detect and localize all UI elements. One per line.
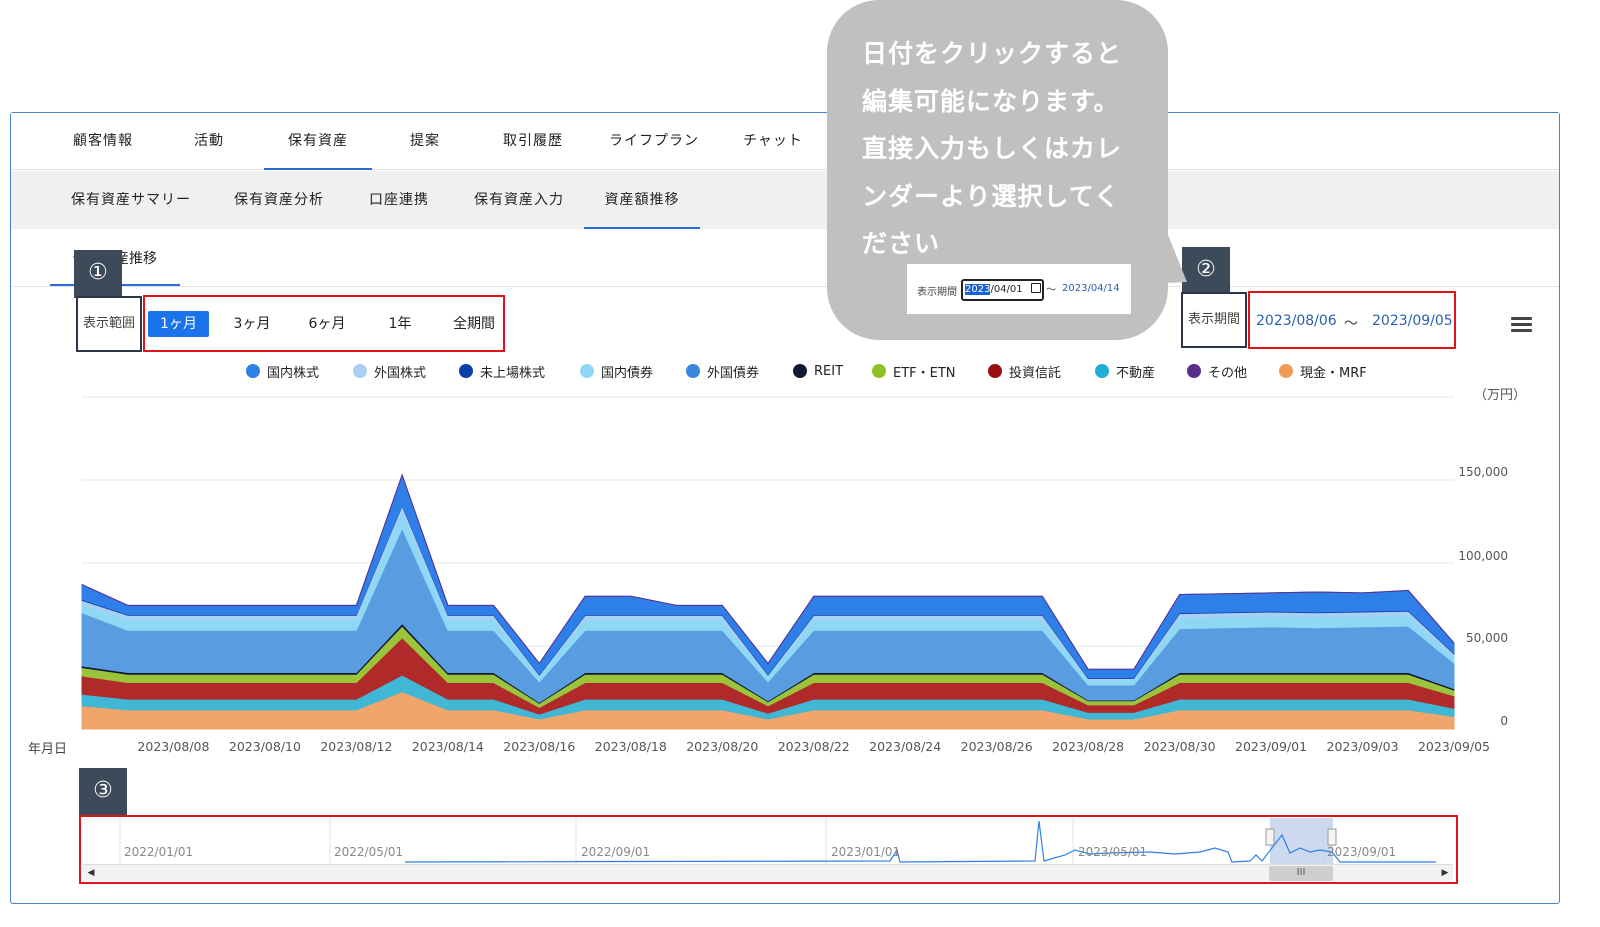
stacked-area-chart [81,396,1455,864]
x-axis-title: 年月日 [28,742,68,757]
arrow-left-icon[interactable]: ◀ [83,865,99,881]
navigator-tick-label: 2022/09/01 [581,845,651,859]
grip-icon: III [1296,867,1306,878]
y-tick-label: 50,000 [1466,631,1508,645]
x-tick-label: 2023/09/01 [1235,739,1308,754]
x-tick-label: 2023/09/03 [1326,739,1399,754]
x-tick-label: 2023/08/10 [228,739,301,754]
x-tick-label: 2023/08/08 [137,739,210,754]
navigator-tick-label: 2023/09/01 [1327,845,1397,859]
tooltip-line: 編集可能になります。 [862,86,1120,116]
x-tick-label: 2023/08/12 [320,739,393,754]
x-tick-label: 2023/08/26 [960,739,1033,754]
x-tick-label: 2023/08/18 [594,739,667,754]
x-tick-label: 2023/08/28 [1052,739,1125,754]
y-tick-label: 150,000 [1458,465,1508,479]
example-end-date[interactable]: 2023/04/14 [1062,283,1120,294]
x-tick-label: 2023/08/20 [686,739,759,754]
y-axis-unit-label: （万円） [1474,388,1527,403]
tooltip-line: 日付をクリックすると [862,39,1123,68]
tooltip-line: 直接入力もしくはカレ [862,134,1123,163]
arrow-right-icon[interactable]: ▶ [1437,865,1453,881]
example-tilde: 〜 [1046,285,1056,296]
navigator-tick-label: 2023/05/01 [1078,845,1148,859]
calendar-icon[interactable] [1031,283,1041,293]
tooltip-example-widget: 表示期間 2023/04/01 〜 2023/04/14 [907,264,1131,314]
x-tick-label: 2023/09/05 [1417,739,1491,754]
navigator-tick-label: 2023/01/01 [831,845,901,859]
chart-areas [81,473,1455,730]
navigator-scrollbar[interactable]: ◀ III ▶ [83,864,1453,881]
example-period-label: 表示期間 [917,287,957,298]
date-rest-text: /04/01 [990,284,1023,295]
scrollbar-thumb[interactable]: III [1269,866,1333,881]
x-tick-label: 2023/08/14 [411,739,484,754]
y-tick-label: 0 [1500,714,1508,728]
y-tick-label: 100,000 [1458,549,1508,563]
annotation-badge-3: ③ [79,768,127,816]
tooltip-line: ださい [862,229,941,258]
tooltip-text: 日付をクリックすると 編集可能になります。 直接入力もしくはカレ ンダーより選択… [862,30,1162,268]
navigator-tick-label: 2022/05/01 [334,845,404,859]
x-tick-label: 2023/08/16 [503,739,576,754]
x-tick-label: 2023/08/30 [1143,739,1216,754]
navigator-tick-label: 2022/01/01 [124,845,194,859]
selected-year-text: 2023 [965,284,991,295]
x-tick-label: 2023/08/22 [777,739,850,754]
tooltip-line: ンダーより選択してく [862,181,1121,211]
x-tick-label: 2023/08/24 [869,739,942,754]
